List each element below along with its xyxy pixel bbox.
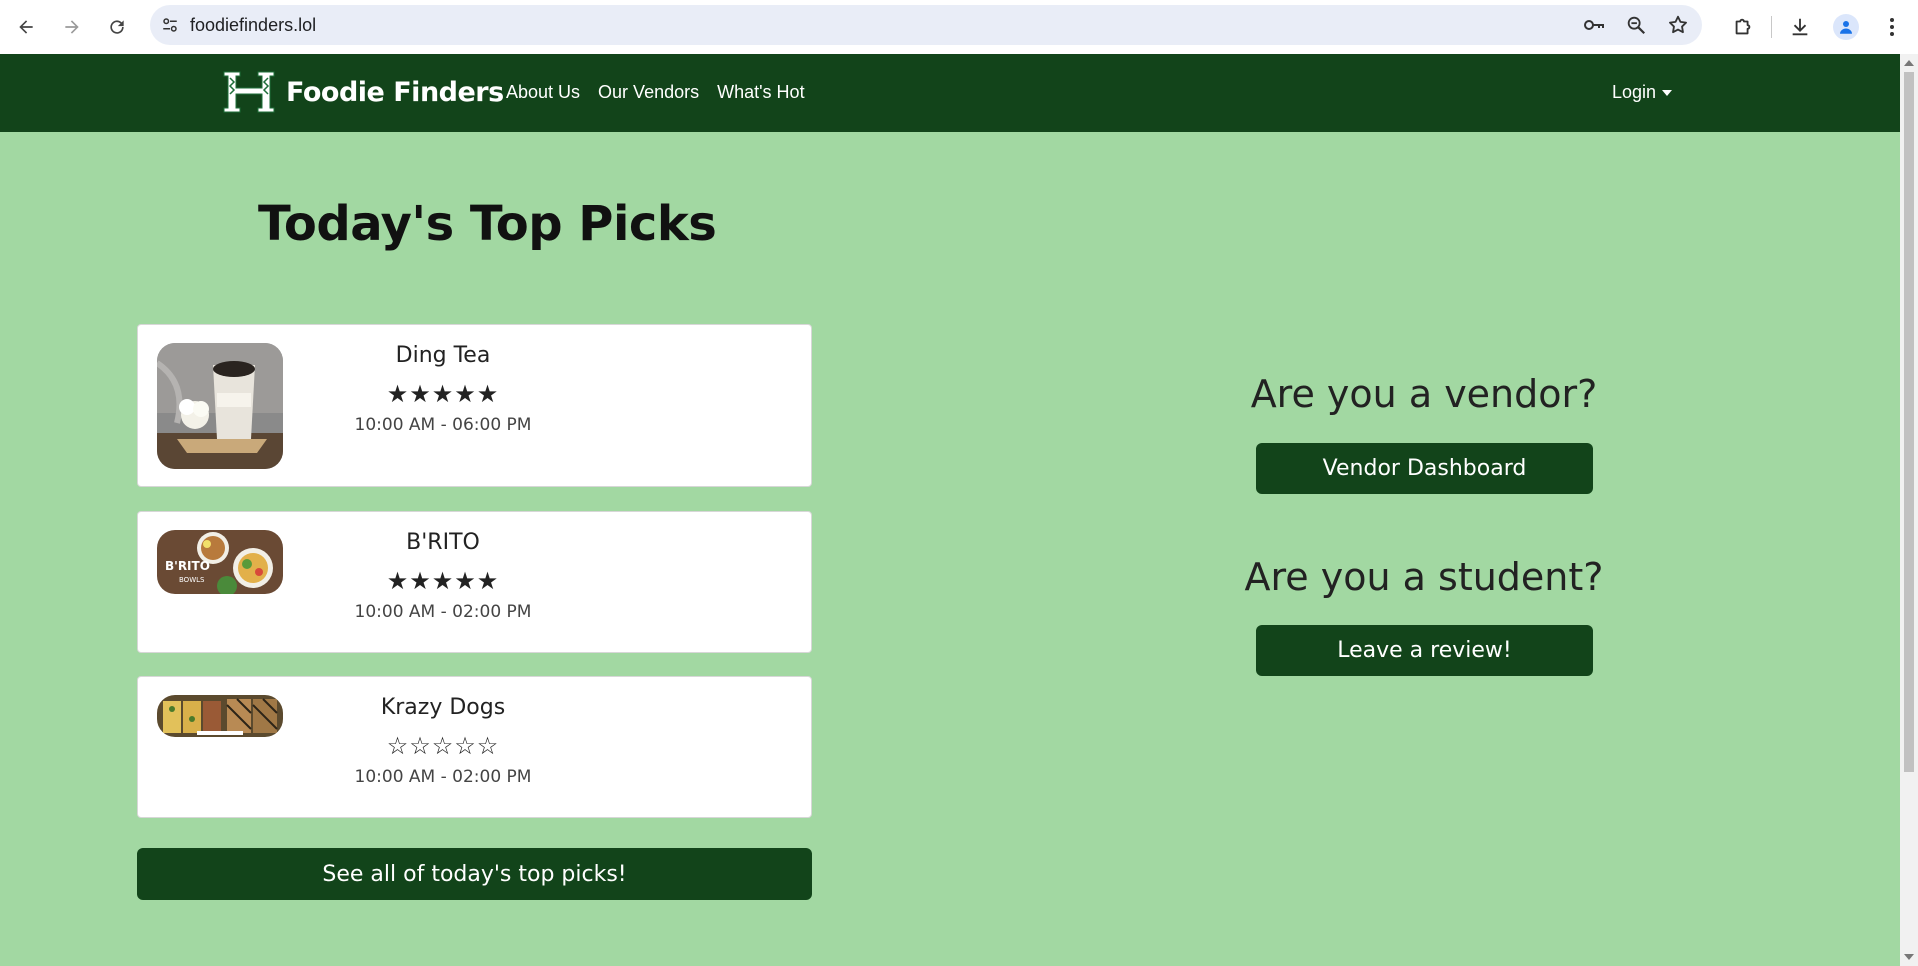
nav-our-vendors[interactable]: Our Vendors [598,82,699,103]
forward-icon[interactable] [54,9,90,45]
download-icon[interactable] [1782,9,1818,45]
scrollbar-thumb[interactable] [1904,72,1914,772]
vendor-hours: 10:00 AM - 02:00 PM [354,602,532,622]
nav-links: About Us Our Vendors What's Hot [506,82,805,103]
h-logo-icon [223,71,275,113]
profile-icon[interactable] [1828,9,1864,45]
star-rating: ★★★★★ [386,381,500,408]
vendor-info: B'RITO ★★★★★ 10:00 AM - 02:00 PM [298,530,588,622]
vendor-name[interactable]: Krazy Dogs [298,695,588,720]
login-dropdown[interactable]: Login [1612,82,1673,103]
student-heading: Are you a student? [1244,555,1604,599]
vendor-info: Krazy Dogs ☆☆☆☆☆ 10:00 AM - 02:00 PM [298,695,588,787]
zoom-icon[interactable] [1622,11,1650,39]
vendor-card-krazy-dogs[interactable]: Krazy Dogs ☆☆☆☆☆ 10:00 AM - 02:00 PM [137,676,812,818]
vendor-image-ding-tea [157,343,283,469]
back-icon[interactable] [8,9,44,45]
menu-kebab-icon[interactable] [1874,9,1910,45]
vendor-dashboard-button[interactable]: Vendor Dashboard [1256,443,1593,494]
nav-about-us[interactable]: About Us [506,82,580,103]
vendor-image-krazy-dogs [157,695,283,737]
toolbar-separator [1771,16,1772,38]
page-scrollbar[interactable] [1900,54,1918,966]
brito-bowls-text: BOWLS [179,576,205,584]
caret-down-icon [1662,89,1673,96]
star-rating: ★★★★★ [386,568,500,595]
leave-review-button[interactable]: Leave a review! [1256,625,1593,676]
vendor-heading: Are you a vendor? [1250,372,1598,416]
url-text[interactable]: foodiefinders.lol [190,15,316,36]
page-title: Today's Top Picks [258,196,717,252]
bookmark-star-icon[interactable] [1664,11,1692,39]
site-settings-icon[interactable] [150,5,190,45]
vendor-card-brito[interactable]: B'RITO BOWLS B'RITO ★★★★★ 10:00 AM - 02:… [137,511,812,653]
vendor-hours: 10:00 AM - 02:00 PM [354,767,532,787]
password-key-icon[interactable] [1580,11,1608,39]
nav-whats-hot[interactable]: What's Hot [717,82,804,103]
scroll-down-arrow-icon[interactable] [1904,954,1914,960]
brito-logo-text: B'RITO [165,559,210,573]
vendor-image-brito: B'RITO BOWLS [157,530,283,594]
address-bar[interactable]: foodiefinders.lol [150,5,1702,45]
brand-link[interactable]: Foodie Finders [222,70,504,114]
scroll-up-arrow-icon[interactable] [1904,60,1914,66]
vendor-hours: 10:00 AM - 06:00 PM [354,415,532,435]
vendor-name[interactable]: B'RITO [298,530,588,555]
vendor-name[interactable]: Ding Tea [298,343,588,368]
star-rating: ☆☆☆☆☆ [386,733,500,760]
browser-toolbar: foodiefinders.lol [0,0,1918,54]
see-all-top-picks-button[interactable]: See all of today's top picks! [137,848,812,900]
site-navbar: Foodie Finders About Us Our Vendors What… [0,54,1900,132]
reload-icon[interactable] [99,9,135,45]
login-label: Login [1612,82,1657,102]
vendor-card-ding-tea[interactable]: Ding Tea ★★★★★ 10:00 AM - 06:00 PM [137,324,812,487]
vendor-info: Ding Tea ★★★★★ 10:00 AM - 06:00 PM [298,343,588,435]
extensions-icon[interactable] [1725,9,1761,45]
brand-name: Foodie Finders [286,76,504,108]
